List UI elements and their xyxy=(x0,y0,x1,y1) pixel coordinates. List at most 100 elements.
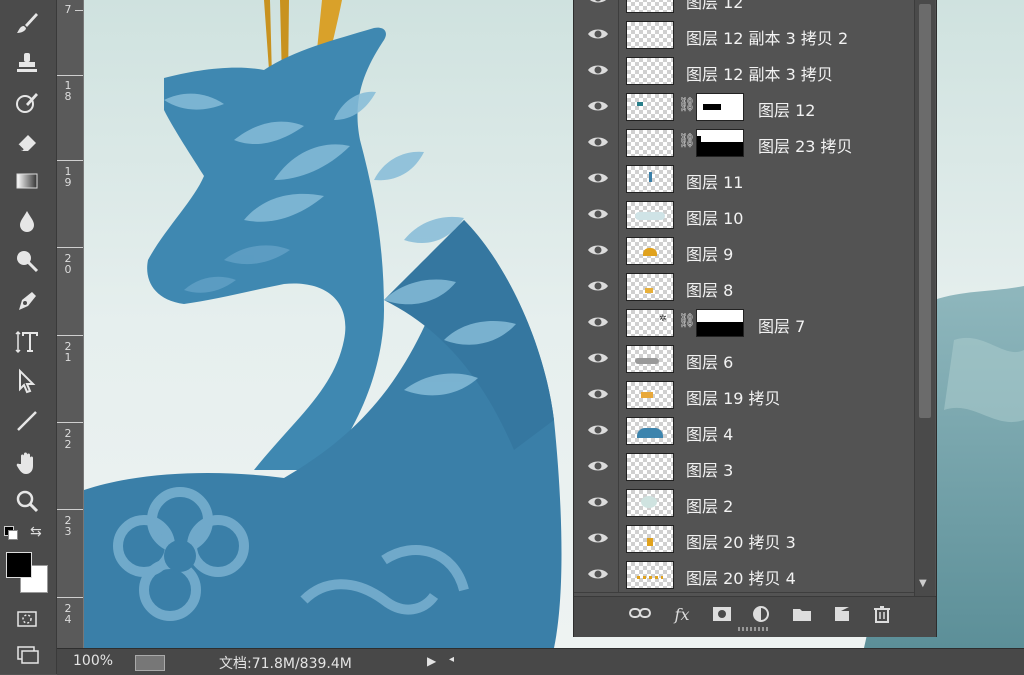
layer-name: 图层 7 xyxy=(758,317,806,336)
layer-row[interactable]: ⛓ 图层 23 拷贝 xyxy=(574,124,914,161)
layers-scrollbar[interactable]: ▼ xyxy=(914,0,935,596)
eye-icon[interactable] xyxy=(586,96,610,116)
ruler-label-20: 20 xyxy=(64,252,72,276)
hand-icon[interactable] xyxy=(8,446,46,480)
layer-thumbnail xyxy=(626,21,674,49)
layer-row[interactable]: 图层 12 副本 3 拷贝 xyxy=(574,52,914,89)
blur-icon[interactable] xyxy=(8,204,46,238)
layer-thumbnail xyxy=(626,453,674,481)
zoom-level[interactable]: 100% xyxy=(73,653,113,669)
layer-name: 图层 12 xyxy=(758,101,816,120)
layer-row[interactable]: 图层 12 副本 3 拷贝 2 xyxy=(574,16,914,53)
tools-panel: ⇆ xyxy=(0,0,57,674)
eye-icon[interactable] xyxy=(586,456,610,476)
status-info-icon[interactable] xyxy=(135,655,165,671)
layer-name: 图层 4 xyxy=(686,425,734,444)
layer-row[interactable]: 图层 2 xyxy=(574,484,914,521)
link-layers-icon[interactable] xyxy=(628,605,652,627)
eye-icon[interactable] xyxy=(586,564,610,584)
layer-thumbnail xyxy=(626,165,674,193)
layer-row[interactable]: 图层 6 xyxy=(574,340,914,377)
eye-icon[interactable] xyxy=(586,492,610,512)
brush-icon[interactable] xyxy=(8,6,46,40)
eye-icon[interactable] xyxy=(586,204,610,224)
ruler-label-7: 7 xyxy=(64,3,72,16)
vertical-ruler: 7 18 19 20 21 22 23 24 xyxy=(57,0,84,648)
pen-icon[interactable] xyxy=(8,284,46,318)
adjustment-icon[interactable] xyxy=(750,605,774,627)
layer-name: 图层 20 拷贝 3 xyxy=(686,533,796,552)
layer-thumbnail xyxy=(626,237,674,265)
layer-mask-thumbnail[interactable] xyxy=(696,129,744,157)
foreground-color-swatch[interactable] xyxy=(6,552,32,578)
chain-link-icon[interactable]: ⛓ xyxy=(678,97,696,113)
scrollbar-thumb[interactable] xyxy=(919,4,931,418)
eye-icon[interactable] xyxy=(586,168,610,188)
eraser-icon[interactable] xyxy=(8,124,46,158)
line-icon[interactable] xyxy=(8,404,46,438)
layer-row[interactable]: 图层 20 拷贝 3 xyxy=(574,520,914,557)
layer-row[interactable]: 图层 20 拷贝 4 xyxy=(574,556,914,593)
eye-icon[interactable] xyxy=(586,24,610,44)
dodge-icon[interactable] xyxy=(8,244,46,278)
status-menu-arrow-icon[interactable]: ▶ xyxy=(427,654,436,668)
layer-row[interactable]: 图层 4 xyxy=(574,412,914,449)
layers-list[interactable]: 图层 12 图层 12 副本 3 拷贝 2 图层 12 副本 3 拷贝 ⛓ 图层… xyxy=(574,0,914,596)
layer-mask-thumbnail[interactable] xyxy=(696,93,744,121)
layer-row[interactable]: ✲ ⛓ 图层 7 xyxy=(574,304,914,341)
scroll-down-arrow-icon[interactable]: ▼ xyxy=(919,578,927,589)
ruler-label-18: 18 xyxy=(64,79,72,103)
trash-icon[interactable] xyxy=(870,605,894,627)
layer-row[interactable]: 图层 9 xyxy=(574,232,914,269)
eye-icon[interactable] xyxy=(586,384,610,404)
default-colors-icon[interactable] xyxy=(4,526,18,540)
screen-mode-icon[interactable] xyxy=(8,638,46,672)
quick-mask-icon[interactable] xyxy=(8,602,46,636)
group-folder-icon[interactable] xyxy=(790,605,814,627)
eye-icon[interactable] xyxy=(586,312,610,332)
layer-name: 图层 10 xyxy=(686,209,744,228)
zoom-icon[interactable] xyxy=(8,484,46,518)
layer-name: 图层 23 拷贝 xyxy=(758,137,853,156)
scroll-left-arrow-icon[interactable]: ◂ xyxy=(449,654,454,665)
layer-thumbnail xyxy=(626,0,674,13)
layer-row[interactable]: 图层 12 xyxy=(574,0,914,17)
eye-icon[interactable] xyxy=(586,132,610,152)
add-mask-icon[interactable] xyxy=(710,605,734,627)
layer-row[interactable]: 图层 8 xyxy=(574,268,914,305)
eye-icon[interactable] xyxy=(586,60,610,80)
eye-icon[interactable] xyxy=(586,0,610,8)
ruler-label-23: 23 xyxy=(64,514,72,538)
history-brush-icon[interactable] xyxy=(8,86,46,120)
layer-name: 图层 19 拷贝 xyxy=(686,389,781,408)
layer-row[interactable]: 图层 11 xyxy=(574,160,914,197)
layer-thumbnail xyxy=(626,57,674,85)
eye-icon[interactable] xyxy=(586,420,610,440)
type-icon[interactable] xyxy=(8,324,46,358)
layer-row[interactable]: 图层 3 xyxy=(574,448,914,485)
ruler-label-21: 21 xyxy=(64,340,72,364)
chain-link-icon[interactable]: ⛓ xyxy=(678,313,696,329)
eye-icon[interactable] xyxy=(586,528,610,548)
panel-resize-grip[interactable] xyxy=(738,627,768,631)
stamp-icon[interactable] xyxy=(8,46,46,80)
new-layer-icon[interactable] xyxy=(830,605,854,627)
layer-row[interactable]: 图层 10 xyxy=(574,196,914,233)
layer-mask-thumbnail[interactable] xyxy=(696,309,744,337)
path-select-icon[interactable] xyxy=(8,364,46,398)
layer-name: 图层 3 xyxy=(686,461,734,480)
eye-icon[interactable] xyxy=(586,276,610,296)
layer-thumbnail xyxy=(626,345,674,373)
layer-name: 图层 12 xyxy=(686,0,744,12)
eye-icon[interactable] xyxy=(586,240,610,260)
layer-row[interactable]: 图层 19 拷贝 xyxy=(574,376,914,413)
chain-link-icon[interactable]: ⛓ xyxy=(678,133,696,149)
swap-colors-icon[interactable]: ⇆ xyxy=(30,524,42,540)
ruler-label-22: 22 xyxy=(64,427,72,451)
gradient-icon[interactable] xyxy=(8,164,46,198)
layer-name: 图层 20 拷贝 4 xyxy=(686,569,796,588)
fx-icon[interactable]: fx xyxy=(670,605,694,627)
layer-row[interactable]: ⛓ 图层 12 xyxy=(574,88,914,125)
layer-thumbnail xyxy=(626,561,674,589)
eye-icon[interactable] xyxy=(586,348,610,368)
